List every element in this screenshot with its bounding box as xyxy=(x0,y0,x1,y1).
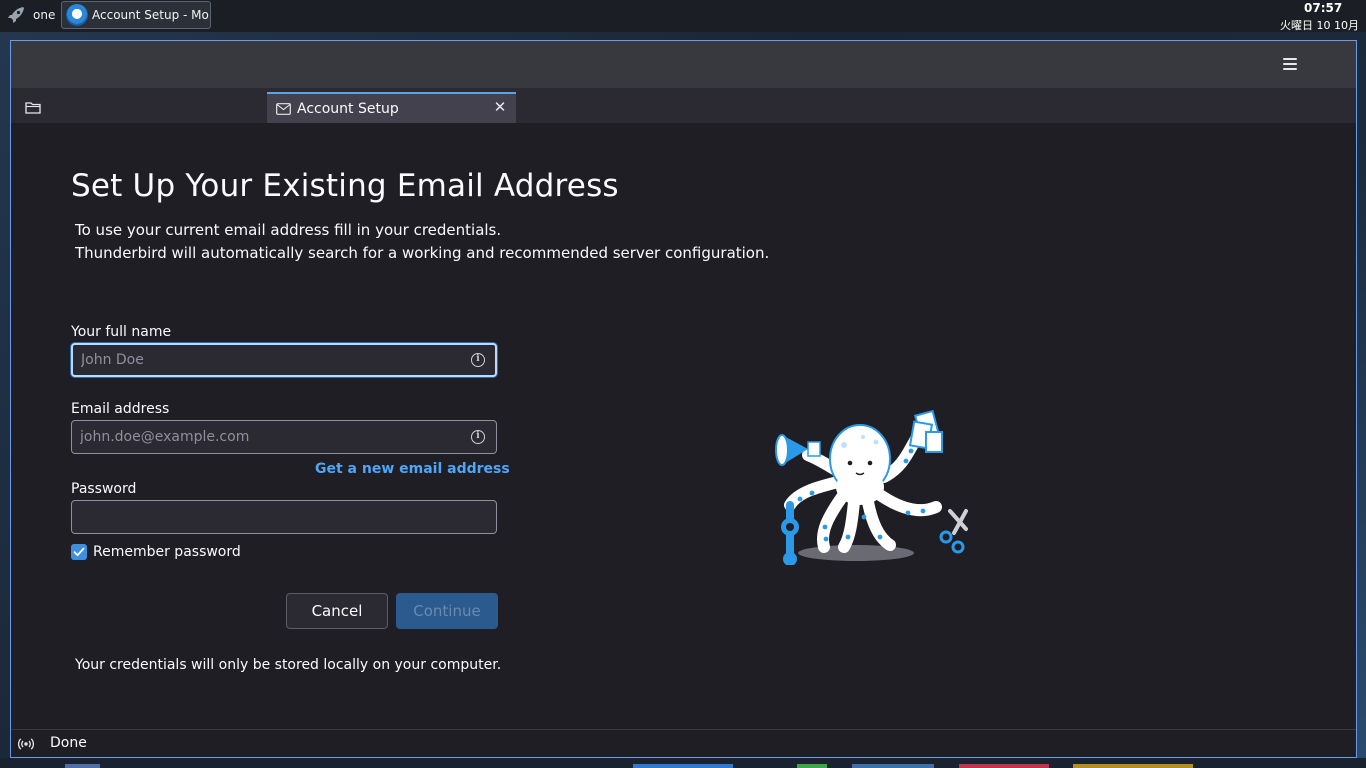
tab-account-setup[interactable]: Account Setup ✕ xyxy=(267,92,516,124)
close-icon[interactable]: ✕ xyxy=(493,100,507,115)
get-new-email-link[interactable]: Get a new email address xyxy=(315,461,510,477)
taskbar-thumbnail xyxy=(797,764,827,768)
info-icon[interactable]: i xyxy=(471,430,485,444)
remember-password-checkbox[interactable] xyxy=(71,544,87,560)
remember-password-label[interactable]: Remember password xyxy=(93,544,241,560)
thunderbird-window: Account Setup ✕ Set Up Your Existing Ema… xyxy=(10,40,1357,758)
status-bar: Done xyxy=(11,729,1356,757)
intro-text-line-1: To use your current email address fill i… xyxy=(75,221,502,239)
status-text: Done xyxy=(50,735,87,751)
clock-date[interactable]: 火曜日 10 10月 xyxy=(1280,17,1359,33)
password-label: Password xyxy=(71,481,137,497)
cancel-button[interactable]: Cancel xyxy=(286,593,388,629)
taskbar-thumbnail xyxy=(1073,764,1193,768)
page-title: Set Up Your Existing Email Address xyxy=(71,168,619,204)
tab-bar xyxy=(11,88,1356,123)
tab-label: Account Setup xyxy=(297,101,399,117)
credentials-footnote: Your credentials will only be stored loc… xyxy=(75,657,502,673)
thunderbird-icon xyxy=(66,4,88,26)
email-address-input[interactable] xyxy=(71,420,497,454)
intro-text-line-2: Thunderbird will automatically search fo… xyxy=(75,244,770,262)
email-address-label: Email address xyxy=(71,401,170,417)
password-input[interactable] xyxy=(71,500,497,534)
taskbar-thumbnail xyxy=(633,764,733,768)
workspace-label[interactable]: one xyxy=(33,8,55,22)
window-titlebar[interactable] xyxy=(11,41,1356,88)
octopus-mascot-illustration xyxy=(775,409,968,565)
rocket-icon[interactable] xyxy=(6,5,26,25)
full-name-label: Your full name xyxy=(71,324,172,340)
task-title: Account Setup - Mo... xyxy=(92,8,211,22)
hamburger-menu-icon[interactable] xyxy=(1283,58,1297,70)
taskbar-thumbnail xyxy=(852,764,934,768)
folder-icon[interactable] xyxy=(25,101,41,114)
checkmark-icon xyxy=(73,547,85,557)
wireless-status-icon[interactable] xyxy=(18,736,34,752)
taskbar-thumbnail xyxy=(65,764,100,768)
continue-button[interactable]: Continue xyxy=(396,593,498,629)
info-icon[interactable]: i xyxy=(471,353,485,367)
top-panel: one Account Setup - Mo... 07:57 火曜日 10 1… xyxy=(0,0,1366,32)
full-name-input[interactable] xyxy=(71,343,497,377)
clock-time[interactable]: 07:57 xyxy=(1304,1,1342,15)
account-setup-icon xyxy=(276,103,291,115)
taskbar-thumbnail xyxy=(959,764,1049,768)
taskbar-task-button[interactable]: Account Setup - Mo... xyxy=(61,1,211,29)
